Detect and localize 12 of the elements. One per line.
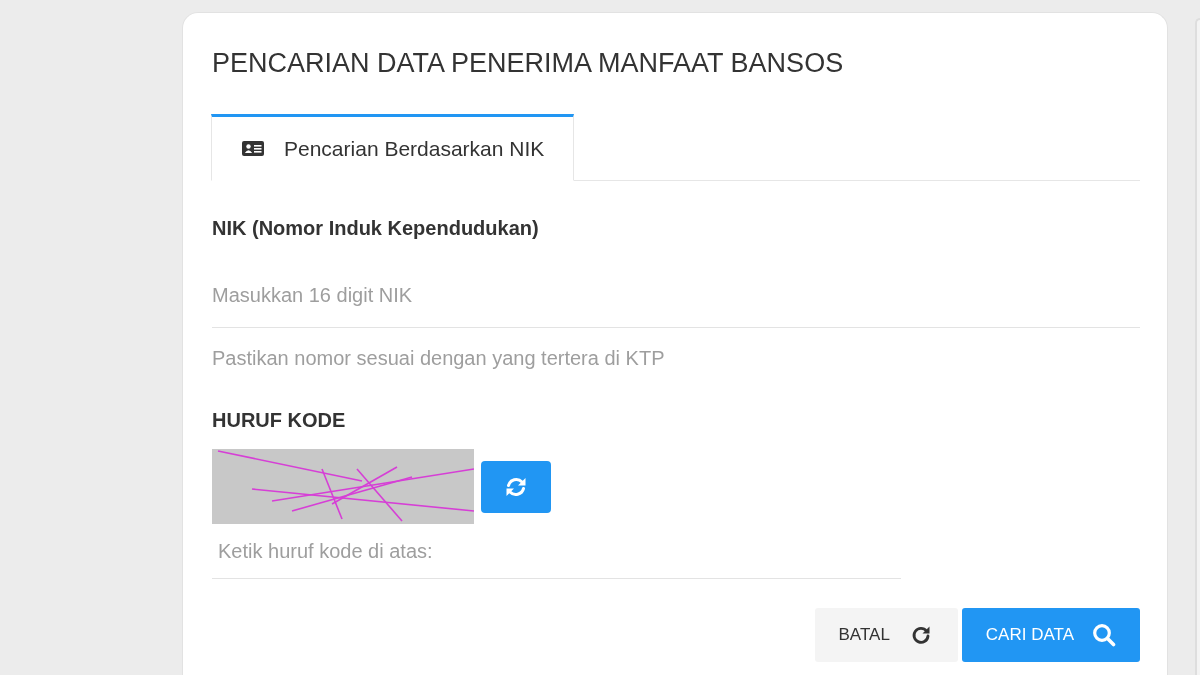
refresh-captcha-button[interactable] bbox=[481, 460, 551, 513]
id-card-icon bbox=[242, 141, 264, 156]
captcha-label: HURUF KODE bbox=[212, 408, 347, 432]
reload-icon bbox=[910, 625, 931, 645]
page-title: PENCARIAN DATA PENERIMA MANFAAT BANSOS bbox=[212, 47, 845, 80]
nik-help-text: Pastikan nomor sesuai dengan yang tertera di KTP bbox=[212, 346, 666, 370]
nik-input[interactable]: Masukkan 16 digit NIK bbox=[212, 271, 1140, 328]
nik-label: NIK (Nomor Induk Kependudukan) bbox=[212, 216, 540, 240]
captcha-input[interactable]: Ketik huruf kode di atas: bbox=[212, 524, 901, 579]
search-icon bbox=[1092, 623, 1116, 647]
cancel-button[interactable]: BATAL bbox=[814, 608, 958, 662]
search-tab[interactable]: Pencarian Berdasarkan NIK bbox=[211, 114, 575, 181]
